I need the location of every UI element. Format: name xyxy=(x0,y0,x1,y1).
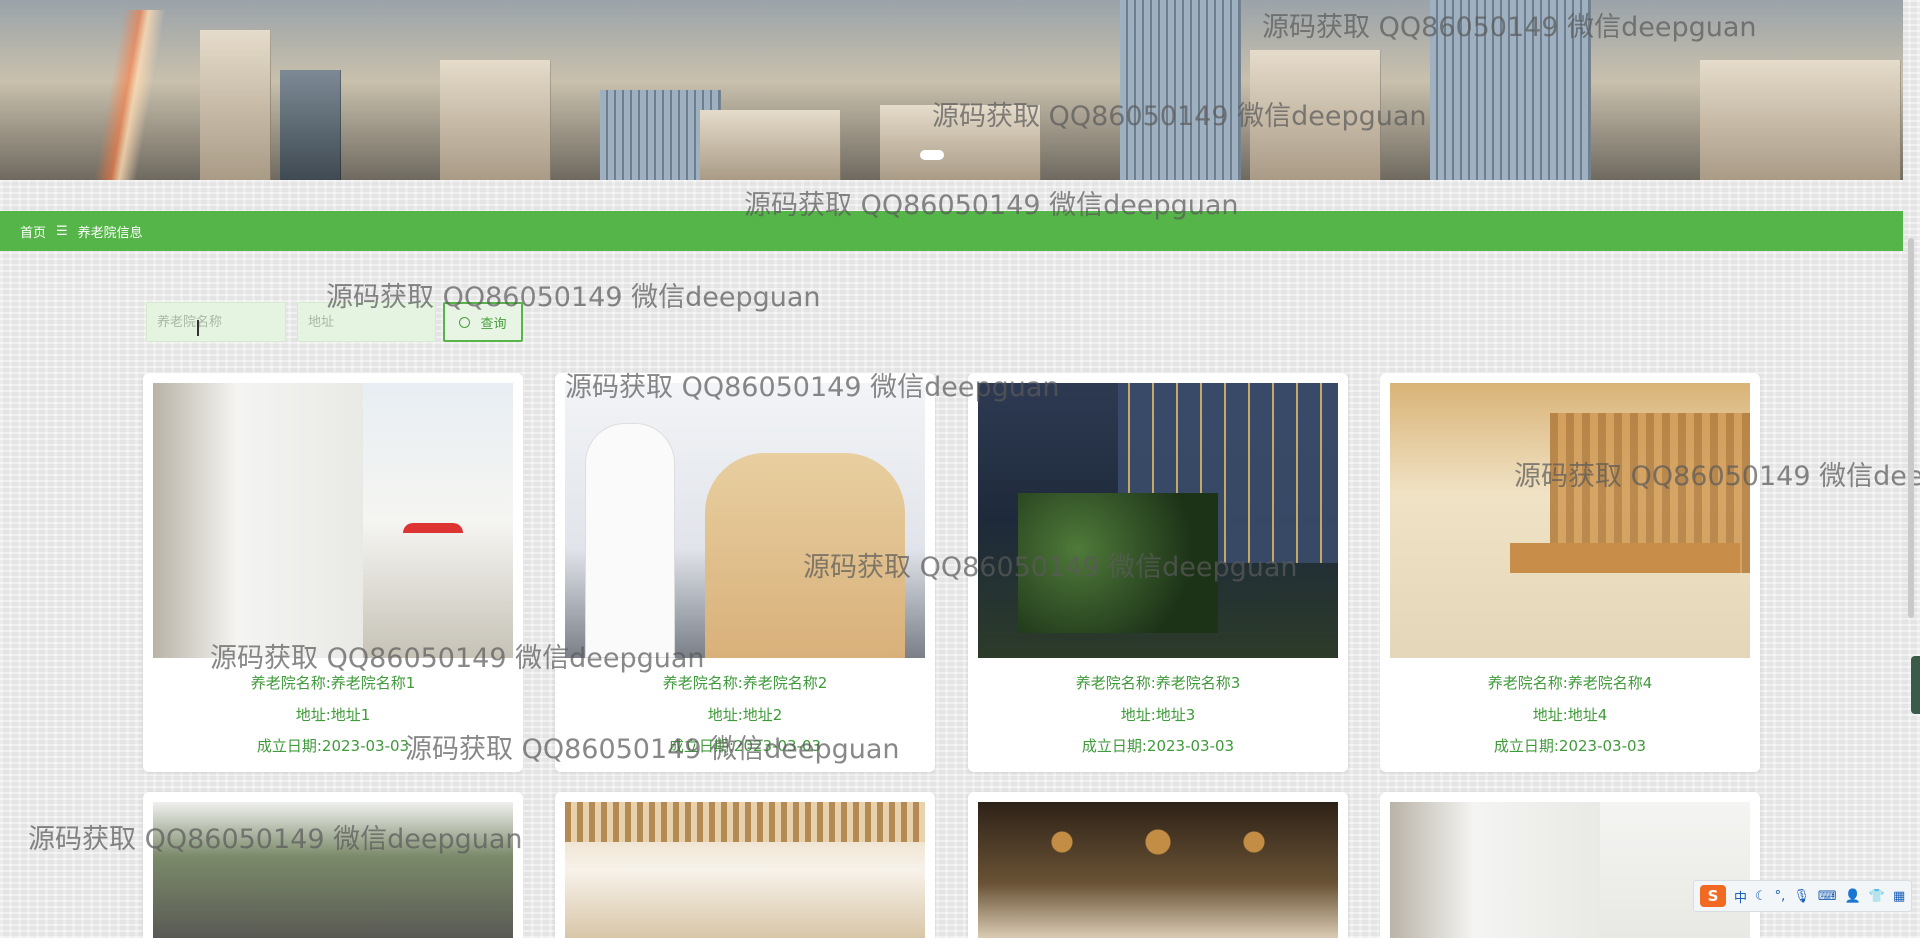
card-address: 地址:地址3 xyxy=(1120,706,1196,724)
nursing-home-photo[interactable] xyxy=(565,383,925,658)
skin-icon[interactable]: 👕 xyxy=(1869,889,1885,904)
banner-carousel[interactable] xyxy=(0,0,1903,180)
nursing-home-card[interactable]: 养老院名称:养老院名称2 地址:地址2 成立日期:2023-03-03 xyxy=(555,373,935,772)
name-search-input[interactable] xyxy=(146,302,286,342)
side-drawer-tab[interactable] xyxy=(1911,656,1920,714)
card-name: 养老院名称:养老院名称4 xyxy=(1487,674,1653,692)
search-button-label: 查询 xyxy=(480,316,507,332)
card-date: 成立日期:2023-03-03 xyxy=(1493,737,1647,755)
breadcrumb-separator-icon: ☰ xyxy=(56,223,68,239)
banner-building xyxy=(880,105,1041,180)
card-name: 养老院名称:养老院名称1 xyxy=(250,674,416,692)
card-name: 养老院名称:养老院名称3 xyxy=(1075,674,1241,692)
nursing-home-card[interactable] xyxy=(555,792,935,938)
card-date: 成立日期:2023-03-03 xyxy=(1081,737,1235,755)
address-search-input[interactable] xyxy=(297,302,436,342)
microphone-icon[interactable]: 🎙 xyxy=(1793,889,1810,904)
banner-building xyxy=(440,60,551,180)
banner-building xyxy=(280,70,341,180)
banner-building xyxy=(1250,50,1381,180)
user-icon[interactable]: 👤 xyxy=(1845,889,1861,904)
text-cursor xyxy=(197,320,199,336)
card-date: 成立日期:2023-03-03 xyxy=(256,737,410,755)
nursing-home-card[interactable] xyxy=(968,792,1348,938)
card-address: 地址:地址4 xyxy=(1532,706,1608,724)
ime-mode-toggle[interactable]: 中 xyxy=(1734,887,1747,906)
card-address: 地址:地址2 xyxy=(707,706,783,724)
nursing-home-card[interactable]: 养老院名称:养老院名称1 地址:地址1 成立日期:2023-03-03 xyxy=(143,373,523,772)
banner-building xyxy=(200,30,271,180)
punctuation-icon[interactable]: °, xyxy=(1775,889,1786,904)
grid-icon[interactable]: ▦ xyxy=(1893,889,1905,904)
moon-icon[interactable]: ☾ xyxy=(1755,889,1767,904)
search-button[interactable]: 查询 xyxy=(443,302,523,342)
card-address: 地址:地址1 xyxy=(295,706,371,724)
banner-building xyxy=(1120,0,1241,180)
card-date: 成立日期:2023-03-03 xyxy=(668,737,822,755)
card-name: 养老院名称:养老院名称2 xyxy=(662,674,828,692)
nursing-home-photo[interactable] xyxy=(153,802,513,938)
nursing-home-card[interactable] xyxy=(143,792,523,938)
nursing-home-card[interactable] xyxy=(1380,792,1760,938)
banner-road xyxy=(40,10,220,180)
keyboard-icon[interactable]: ⌨ xyxy=(1818,889,1837,904)
nursing-home-photo[interactable] xyxy=(1390,802,1750,938)
carousel-indicator[interactable] xyxy=(920,150,944,160)
sogou-logo-icon[interactable]: S xyxy=(1700,885,1726,907)
breadcrumb: 首页 ☰ 养老院信息 xyxy=(0,211,1903,251)
nursing-home-card[interactable]: 养老院名称:养老院名称3 地址:地址3 成立日期:2023-03-03 xyxy=(968,373,1348,772)
banner-building xyxy=(1700,60,1901,180)
banner-building xyxy=(1430,0,1591,180)
nursing-home-photo[interactable] xyxy=(978,802,1338,938)
nursing-home-photo[interactable] xyxy=(1390,383,1750,658)
nursing-home-photo[interactable] xyxy=(153,383,513,658)
search-icon xyxy=(459,316,471,328)
banner-building xyxy=(700,110,841,180)
ime-toolbar[interactable]: S 中 ☾ °, 🎙 ⌨ 👤 👕 ▦ xyxy=(1693,880,1913,912)
nursing-home-card[interactable]: 养老院名称:养老院名称4 地址:地址4 成立日期:2023-03-03 xyxy=(1380,373,1760,772)
nursing-home-photo[interactable] xyxy=(565,802,925,938)
scrollbar[interactable] xyxy=(1908,238,1914,618)
breadcrumb-home-link[interactable]: 首页 xyxy=(20,222,46,241)
nursing-home-photo[interactable] xyxy=(978,383,1338,658)
breadcrumb-current: 养老院信息 xyxy=(77,225,143,241)
